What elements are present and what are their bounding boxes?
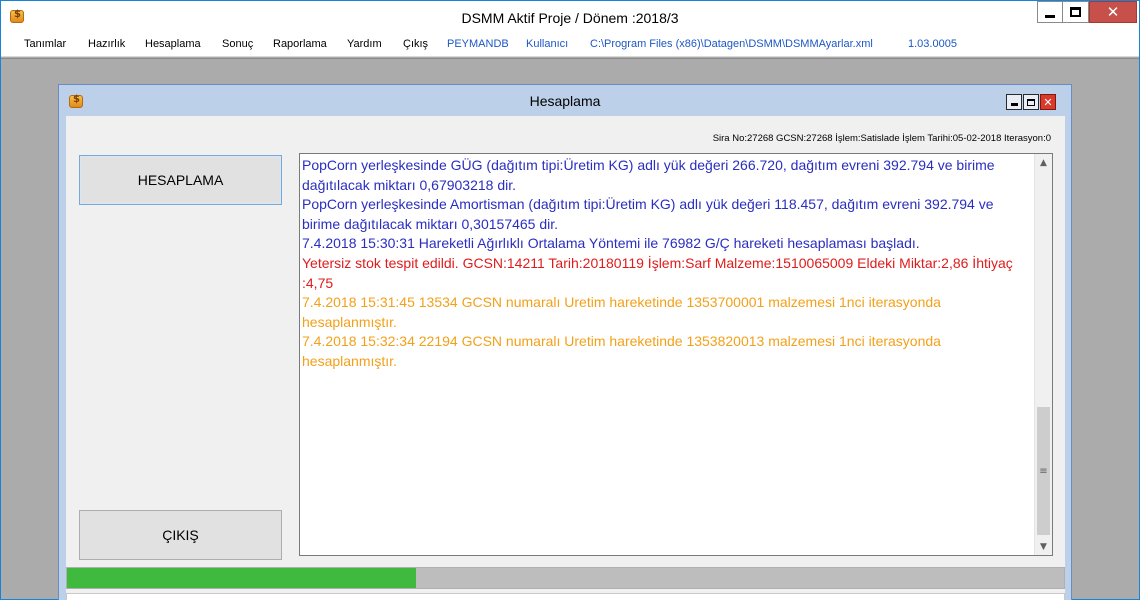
menu-settings-path[interactable]: C:\Program Files (x86)\Datagen\DSMM\DSMM… xyxy=(590,38,873,50)
menu-database[interactable]: PEYMANDB xyxy=(447,38,509,50)
child-window-title: Hesaplama xyxy=(529,93,601,109)
log-line: 7.4.2018 15:30:31 Hareketli Ağırlıklı Or… xyxy=(302,235,920,252)
grip-icon: ≡ xyxy=(1039,465,1048,477)
close-icon: ✕ xyxy=(1043,95,1053,109)
log-textbox[interactable]: PopCorn yerleşkesinde GÜG (dağıtım tipi:… xyxy=(299,153,1053,556)
hesaplama-window: Hesaplama ✕ Sira No:27268 GCSN:27268 İşl… xyxy=(58,84,1072,600)
progress-bar xyxy=(66,567,1065,589)
child-minimize-button[interactable] xyxy=(1006,94,1022,110)
child-close-button[interactable]: ✕ xyxy=(1040,94,1056,110)
menu-cikis[interactable]: Çıkış xyxy=(403,38,428,50)
maximize-icon xyxy=(1027,98,1035,106)
child-maximize-button[interactable] xyxy=(1023,94,1039,110)
menu-sonuc[interactable]: Sonuç xyxy=(222,38,253,50)
maximize-icon xyxy=(1070,7,1081,17)
log-line: PopCorn yerleşkesinde GÜG (dağıtım tipi:… xyxy=(302,157,995,193)
window-title: DSMM Aktif Proje / Dönem :2018/3 xyxy=(461,10,679,26)
cikis-button[interactable]: ÇIKIŞ xyxy=(79,510,282,560)
menu-yardim[interactable]: Yardım xyxy=(347,38,382,50)
menu-tanimlar[interactable]: Tanımlar xyxy=(24,38,66,50)
scroll-up-icon[interactable]: ▲ xyxy=(1035,154,1052,171)
close-icon: ✕ xyxy=(1106,2,1120,21)
log-line-error: Yetersiz stok tespit edildi. GCSN:14211 … xyxy=(302,254,1013,291)
child-titlebar[interactable]: Hesaplama ✕ xyxy=(59,85,1071,115)
progress-fill xyxy=(67,568,416,588)
maximize-button[interactable] xyxy=(1063,1,1089,23)
minimize-icon xyxy=(1010,102,1018,106)
menu-bar: Tanımlar Hazırlık Hesaplama Sonuç Raporl… xyxy=(1,34,1139,57)
log-line-warning: 7.4.2018 15:32:34 22194 GCSN numaralı Ur… xyxy=(302,333,941,369)
minimize-icon xyxy=(1045,14,1055,18)
log-content: PopCorn yerleşkesinde GÜG (dağıtım tipi:… xyxy=(302,156,1034,372)
menu-hazirlik[interactable]: Hazırlık xyxy=(88,38,125,50)
bottom-panel xyxy=(66,593,1065,600)
menu-version[interactable]: 1.03.0005 xyxy=(908,38,957,50)
log-line: PopCorn yerleşkesinde Amortisman (dağıtı… xyxy=(302,196,994,232)
main-titlebar[interactable]: DSMM Aktif Proje / Dönem :2018/3 ✕ xyxy=(1,1,1139,34)
minimize-button[interactable] xyxy=(1037,1,1063,23)
scroll-thumb[interactable]: ≡ xyxy=(1037,407,1050,535)
close-button[interactable]: ✕ xyxy=(1089,1,1137,23)
log-line-warning: 7.4.2018 15:31:45 13534 GCSN numaralı Ur… xyxy=(302,294,941,330)
menu-hesaplama[interactable]: Hesaplama xyxy=(145,38,201,50)
hesaplama-button[interactable]: HESAPLAMA xyxy=(79,155,282,205)
menu-raporlama[interactable]: Raporlama xyxy=(273,38,327,50)
status-info: Sira No:27268 GCSN:27268 İşlem:Satislade… xyxy=(712,133,1051,144)
menu-user[interactable]: Kullanıcı xyxy=(526,38,568,50)
child-body: Sira No:27268 GCSN:27268 İşlem:Satislade… xyxy=(66,116,1065,600)
vertical-scrollbar[interactable]: ▲ ≡ ▼ xyxy=(1034,154,1052,555)
scroll-down-icon[interactable]: ▼ xyxy=(1035,538,1052,555)
